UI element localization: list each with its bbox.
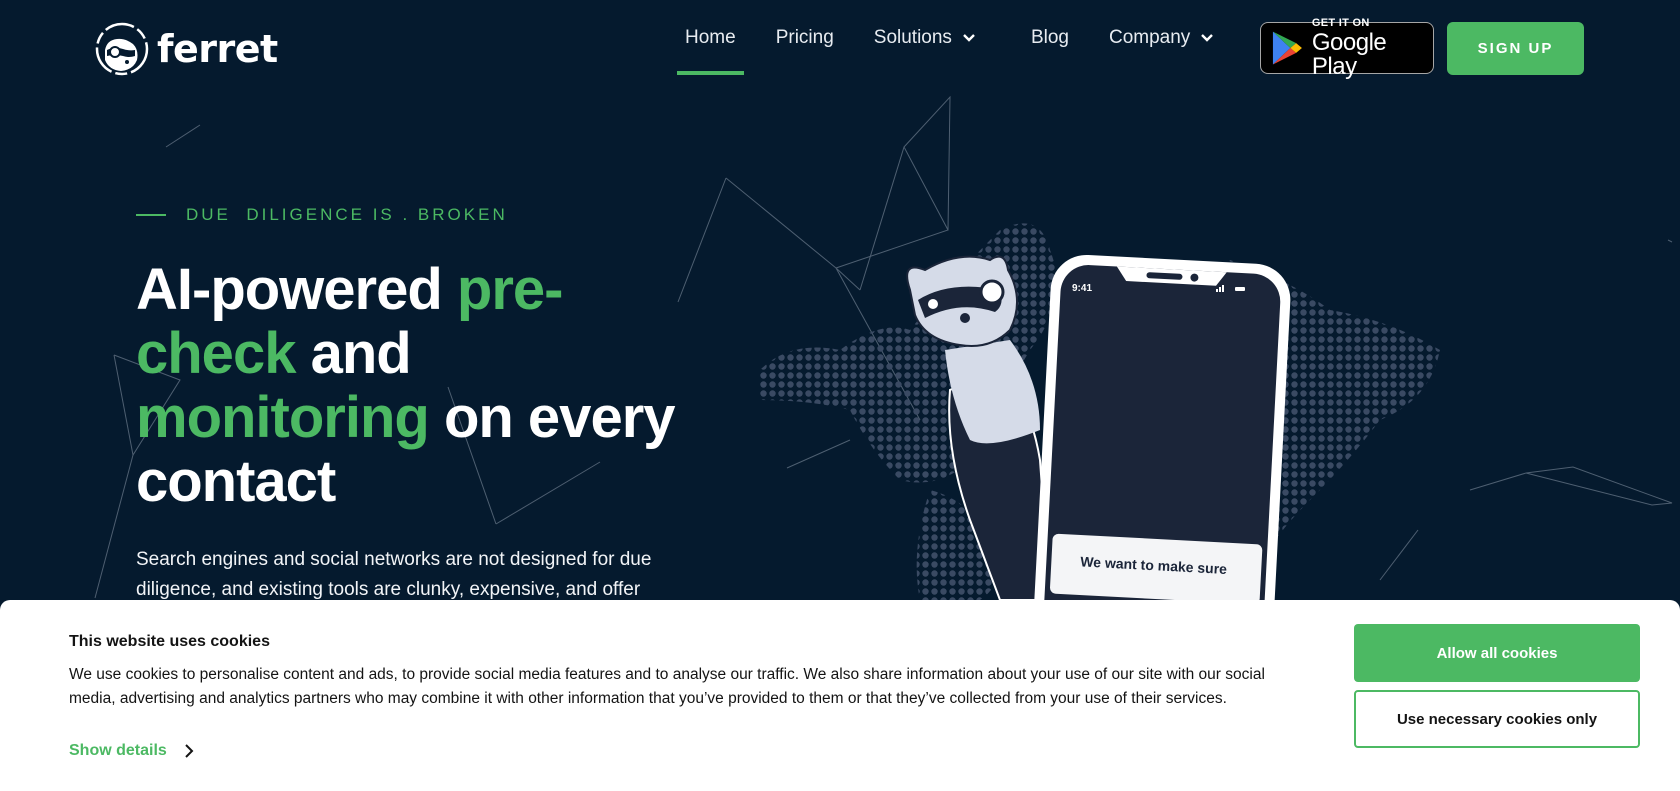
chevron-down-icon xyxy=(963,34,975,42)
hero-headline: AI-powered pre-check and monitoring on e… xyxy=(136,258,696,514)
headline-highlight: monitoring xyxy=(136,385,430,450)
chevron-down-icon xyxy=(1201,34,1214,42)
necessary-cookies-only-button[interactable]: Use necessary cookies only xyxy=(1354,690,1640,748)
nav-home-label: Home xyxy=(685,27,736,48)
hero-illustration: 9:41 We want to make sure xyxy=(760,223,1440,600)
main-nav: Home Pricing Solutions Blog Company xyxy=(677,0,1254,76)
phone-mockup xyxy=(1033,254,1291,600)
nav-solutions-label: Solutions xyxy=(873,27,952,48)
nav-pricing-label: Pricing xyxy=(775,27,834,48)
allow-all-cookies-button[interactable]: Allow all cookies xyxy=(1354,624,1640,682)
site-header: ferret Home Pricing Solutions Blog Compa… xyxy=(0,0,1680,100)
logo[interactable]: ferret xyxy=(95,22,278,76)
cookie-title: This website uses cookies xyxy=(69,633,270,650)
hero-description: Search engines and social networks are n… xyxy=(136,549,652,600)
nav-pricing[interactable]: Pricing xyxy=(776,0,834,76)
google-play-small-text: GET IT ON xyxy=(1311,16,1370,29)
hero-eyebrow: DUE DILIGENCE IS . BROKEN xyxy=(136,205,508,225)
google-play-icon xyxy=(1272,31,1302,65)
headline-part: and xyxy=(295,321,412,386)
nav-blog-label: Blog xyxy=(1030,27,1069,48)
nav-solutions[interactable]: Solutions xyxy=(874,0,976,76)
signup-button[interactable]: SIGN UP xyxy=(1447,22,1584,75)
show-details-link[interactable]: Show details xyxy=(69,742,195,760)
google-play-badge[interactable]: GET IT ON Google Play xyxy=(1260,17,1434,78)
nav-home[interactable]: Home xyxy=(677,0,744,76)
cookie-body: We use cookies to personalise content an… xyxy=(69,666,1265,707)
phone-time: 9:41 xyxy=(1072,283,1092,294)
ferret-logo-icon xyxy=(95,22,149,76)
cookie-banner: This website uses cookies We use cookies… xyxy=(0,600,1680,791)
nav-company-label: Company xyxy=(1108,27,1191,48)
show-details-label: Show details xyxy=(69,742,167,759)
nav-blog[interactable]: Blog xyxy=(1031,0,1069,76)
eyebrow-text: DUE DILIGENCE IS . BROKEN xyxy=(186,205,508,224)
chevron-right-icon xyxy=(185,744,194,758)
logo-text: ferret xyxy=(157,27,278,71)
headline-part: AI-powered xyxy=(136,257,457,322)
nav-company[interactable]: Company xyxy=(1109,0,1214,76)
eyebrow-line xyxy=(136,214,166,216)
google-play-big-text: Google Play xyxy=(1311,28,1387,80)
